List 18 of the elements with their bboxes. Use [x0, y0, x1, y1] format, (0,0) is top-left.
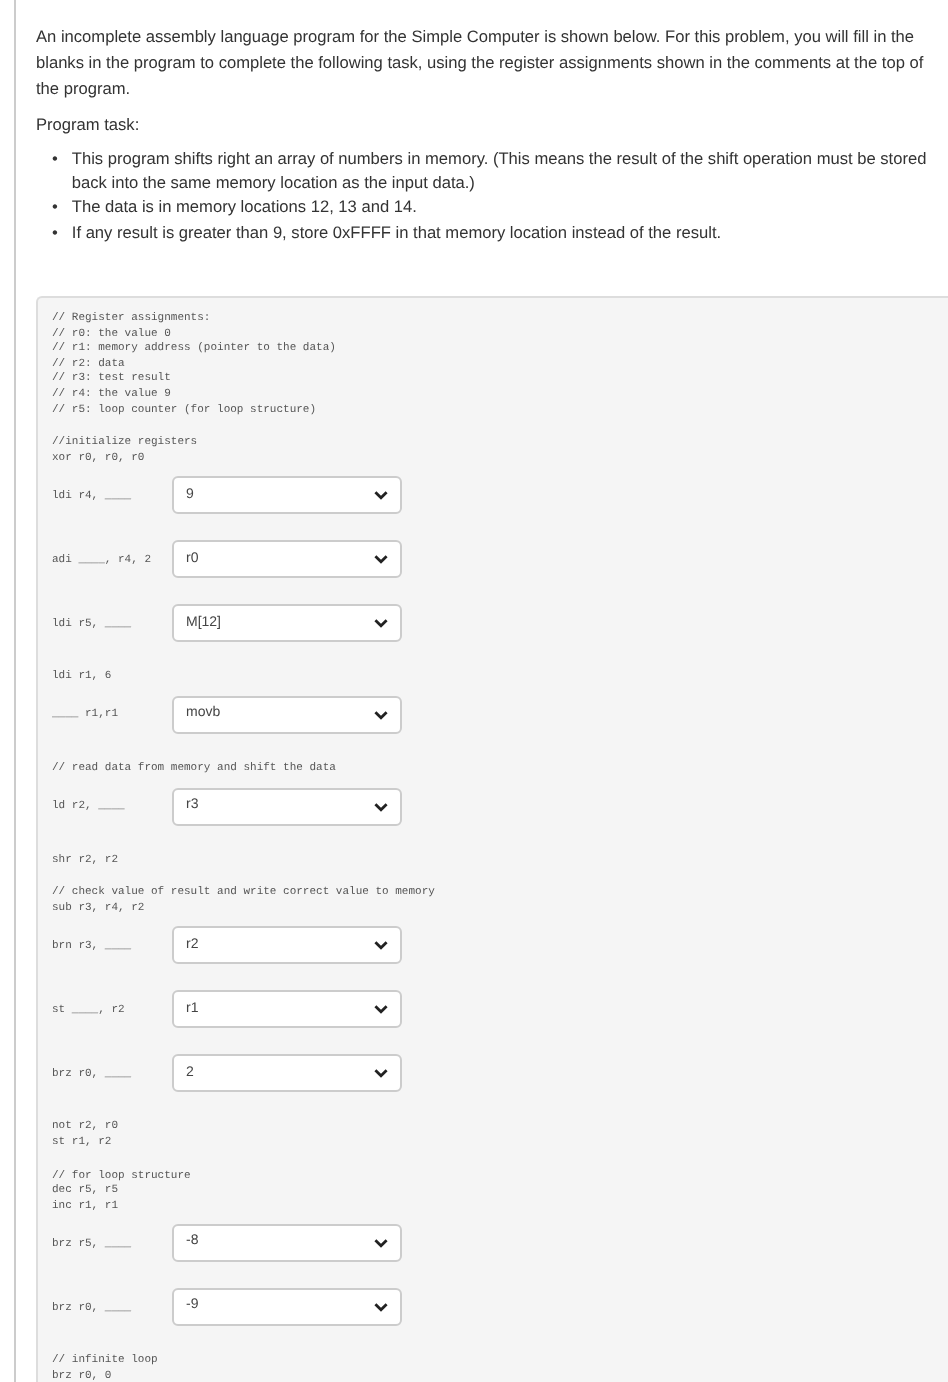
- task-item: The data is in memory locations 12, 13 and 14.: [71, 196, 417, 219]
- list-bullet: •: [52, 221, 58, 244]
- section-label: Program task:: [36, 114, 142, 136]
- chevron-icon: [374, 801, 388, 812]
- task-item: If any result is greater than 9, store 0xFFFF in that memory location instead of the result.: [71, 221, 722, 244]
- chevron-icon: [374, 618, 388, 629]
- list-bullet: •: [52, 196, 58, 219]
- chevron-icon: [374, 709, 388, 720]
- chevron-icon: [374, 554, 388, 565]
- chevron-icon: [374, 1302, 388, 1313]
- chevron-icon: [374, 940, 388, 951]
- chevron-icon: [374, 490, 388, 501]
- chevron-icon: [374, 1004, 388, 1015]
- chevron-icon: [374, 1238, 388, 1249]
- list-bullet: •: [52, 148, 58, 172]
- task-item: This program shifts right an array of numbers in memory. (This means the result of the shift operation must be stored back into the same memory location as the input data.): [71, 148, 929, 194]
- intro-paragraph: An incomplete assembly language program for the Simple Computer is shown below. For this problem, you will fill in the blanks in the program to complete the following task, using the register assignments shown in the comments at the top of the program.: [36, 24, 926, 102]
- chevron-icon: [374, 1068, 388, 1079]
